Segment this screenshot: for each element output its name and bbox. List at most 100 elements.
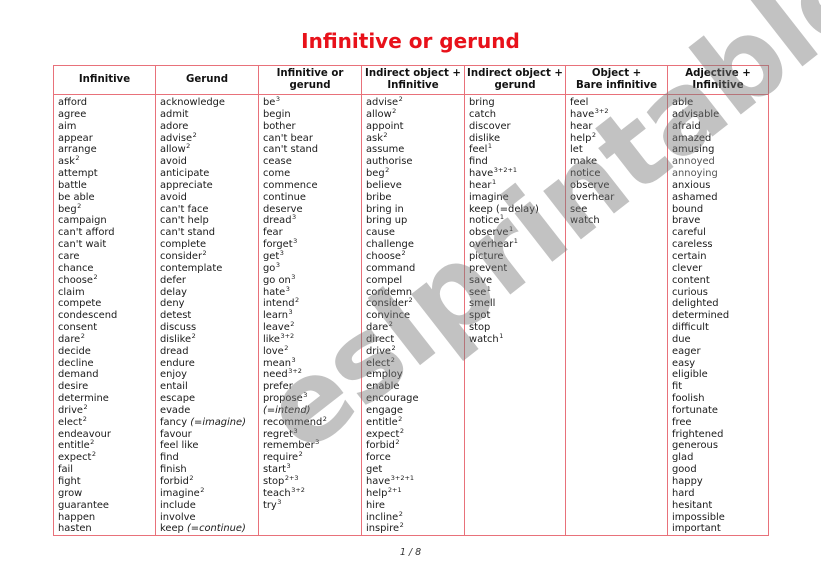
list-item: afraid [672, 121, 768, 133]
word: clever [672, 262, 703, 274]
list-item: consider2 [366, 297, 464, 310]
list-item: able [672, 97, 768, 109]
word: desire [58, 381, 89, 393]
word: be [263, 97, 276, 108]
footnote-marker: 1 [509, 225, 514, 234]
word: enjoy [160, 369, 187, 381]
column-header-infinitive: Infinitive [53, 65, 156, 95]
word: dare [366, 322, 389, 334]
list-item: believe [366, 180, 464, 192]
list-item: overhear1 [469, 238, 565, 251]
word: bribe [366, 191, 392, 203]
word: eligible [672, 369, 708, 381]
word: beg [366, 168, 385, 180]
list-item: entitle2 [58, 439, 155, 452]
list-item: eager [672, 346, 768, 358]
list-item: command [366, 263, 464, 275]
word: attempt [58, 168, 98, 180]
word: watch [570, 215, 600, 227]
word: get [366, 464, 383, 476]
list-item: forbid2 [366, 439, 464, 452]
word: overhear [570, 191, 615, 203]
list-item: ask2 [58, 155, 155, 168]
list-item: can't stand [160, 227, 258, 239]
list-item: appear [58, 133, 155, 145]
word: advisable [672, 108, 720, 120]
word: entitle [366, 416, 398, 428]
word: contemplate [160, 262, 223, 274]
footnote-marker: 3 [288, 308, 293, 317]
list-item: condescend [58, 310, 155, 322]
word: like [263, 333, 280, 345]
list-item: drive2 [58, 404, 155, 417]
list-item: save [469, 275, 565, 287]
list-item: include [160, 500, 258, 512]
list-item: difficult [672, 322, 768, 334]
word: happen [58, 511, 96, 523]
footnote-marker: 1 [499, 213, 505, 222]
word: hasten [58, 523, 92, 535]
list-item: cause [366, 227, 464, 239]
list-item: can't help [160, 215, 258, 227]
list-item: campaign [58, 215, 155, 227]
footnote-marker: 2 [93, 272, 98, 281]
word: due [672, 333, 691, 345]
list-item: begin [263, 109, 361, 121]
list-item: bribe [366, 192, 464, 204]
word: start [263, 464, 286, 476]
list-item: inspire2 [366, 522, 464, 535]
word: encourage [366, 393, 419, 405]
word-list: acknowledge admit adore advise2 allow2 avoid a… [160, 97, 258, 535]
list-item: entail [160, 381, 258, 393]
word: glad [672, 452, 694, 464]
list-item: elect2 [366, 356, 464, 370]
list-item: catch [469, 109, 565, 121]
word: endeavour [58, 428, 111, 440]
list-item: dare2 [366, 321, 464, 334]
footnote-marker: 1 [491, 177, 497, 186]
word: cause [366, 227, 395, 239]
list-item: hard [672, 488, 768, 500]
list-item: detest [160, 310, 258, 322]
list-item: fail [58, 464, 155, 476]
list-item: consider2 [160, 250, 258, 263]
list-item: determine [58, 393, 155, 405]
word: include [160, 499, 196, 511]
list-item: assume [366, 144, 464, 156]
word: demand [58, 369, 99, 381]
word: direct [366, 333, 395, 345]
footnote-marker: 3+2 [291, 485, 305, 494]
footnote-marker: 3 [279, 248, 284, 257]
word: drive [366, 345, 391, 357]
word: compel [366, 274, 403, 286]
word: delighted [672, 298, 719, 310]
word: notice [469, 215, 500, 227]
word: eager [672, 345, 701, 357]
list-item: generous [672, 440, 768, 452]
word: battle [58, 179, 87, 191]
list-item: entitle2 [366, 416, 464, 429]
footnote-marker: 3+2 [594, 106, 609, 115]
list-item: endeavour [58, 429, 155, 441]
list-item: be able [58, 192, 155, 204]
word: can't stand [160, 227, 216, 239]
list-item: can't afford [58, 227, 155, 239]
word: appreciate [160, 179, 213, 191]
usage-note: (=continue) [186, 523, 246, 535]
list-item: (=intend) [263, 405, 361, 417]
list-item: adore [160, 121, 258, 133]
word: save [469, 274, 493, 286]
word: can't stand [263, 144, 319, 156]
list-item: leave2 [263, 321, 361, 334]
list-item: observe [570, 180, 667, 192]
column-header-gerund: Gerund [155, 65, 259, 95]
usage-note: (=imagine) [190, 416, 246, 428]
list-item: prevent [469, 263, 565, 275]
word: condemn [366, 286, 412, 298]
word: deny [160, 298, 185, 310]
list-item: stop2+3 [263, 475, 361, 488]
word: anxious [672, 179, 711, 191]
list-item: convince [366, 310, 464, 322]
list-item: involve [160, 512, 258, 524]
footnote-marker: 3 [292, 213, 297, 222]
